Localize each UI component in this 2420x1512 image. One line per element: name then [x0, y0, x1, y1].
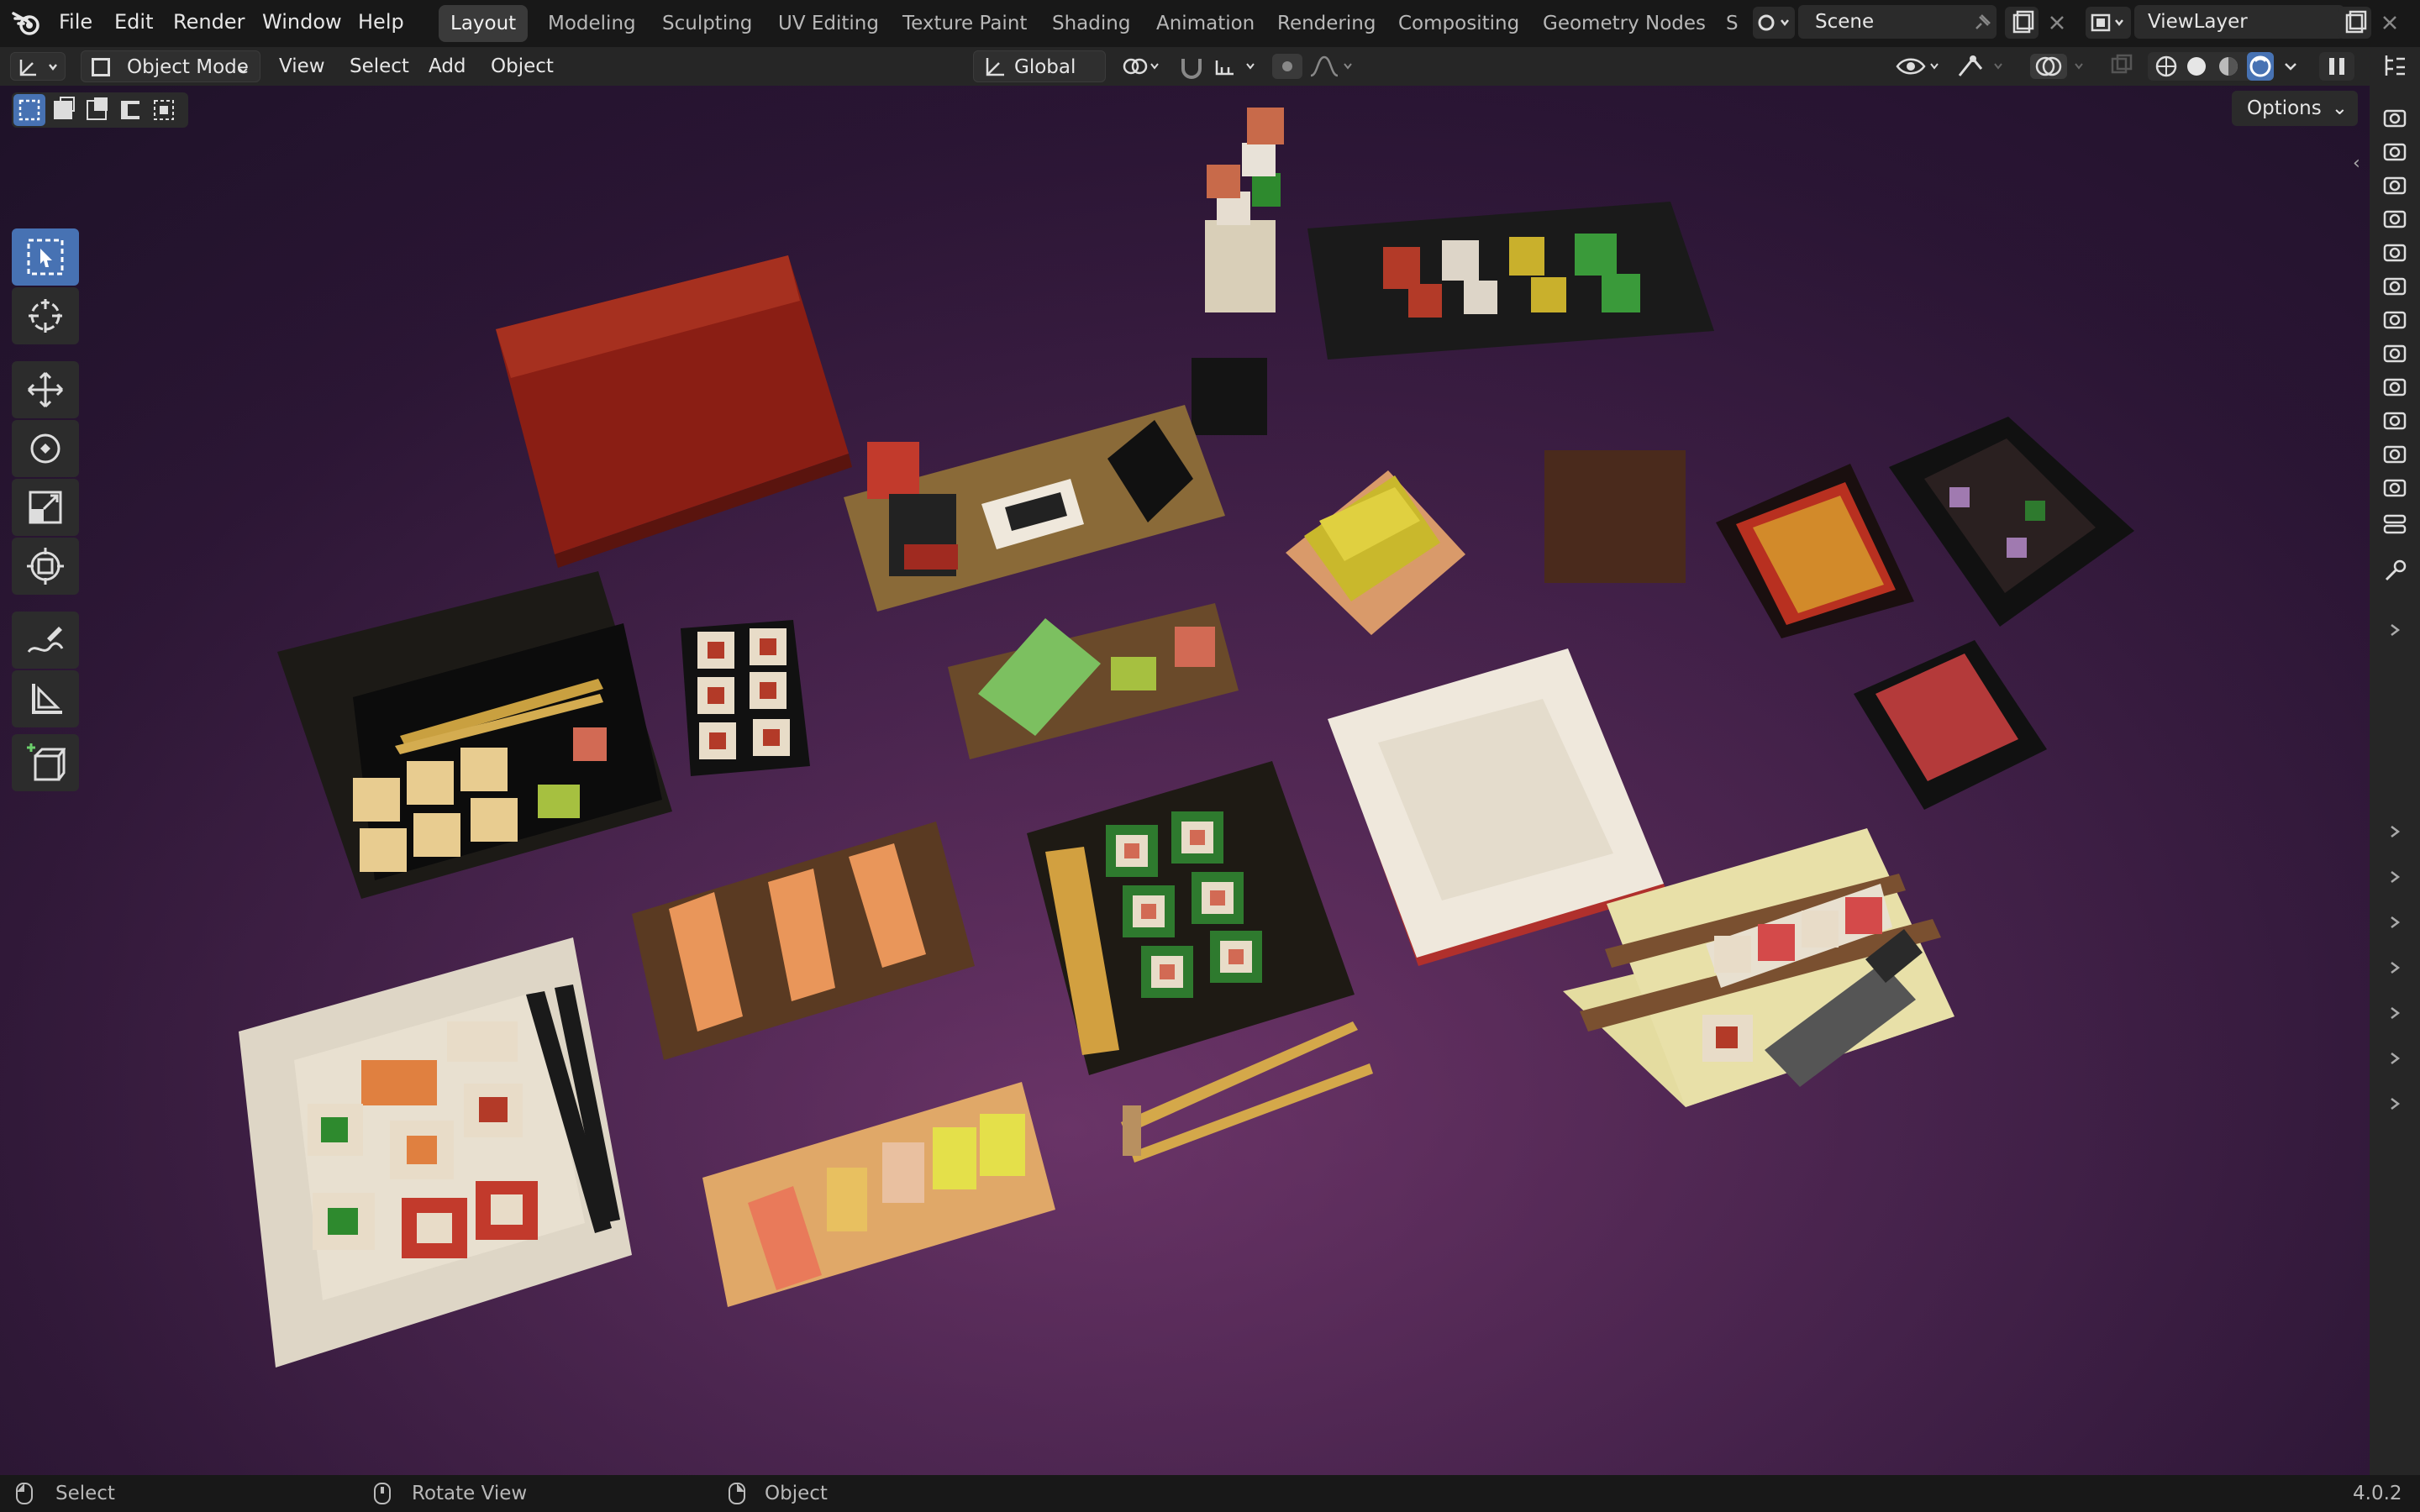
- top-bar: File Edit Render Window Help Layout Mode…: [0, 0, 2420, 47]
- orientation-label: Global: [1014, 56, 1076, 78]
- scene-name-field[interactable]: Scene: [1798, 5, 1996, 39]
- rotate-tool[interactable]: [12, 420, 79, 477]
- version-label: 4.0.2: [2353, 1483, 2402, 1504]
- tab-uv-editing[interactable]: UV Editing: [766, 5, 891, 42]
- new-viewlayer-icon[interactable]: [2338, 7, 2371, 39]
- tab-sculpting[interactable]: Sculpting: [650, 5, 764, 42]
- selection-mode-group: [12, 92, 188, 128]
- options-dropdown[interactable]: Options ⌄: [2232, 91, 2358, 126]
- snap-icon[interactable]: [1176, 52, 1265, 81]
- new-scene-icon[interactable]: [2005, 7, 2039, 39]
- object-mode-dropdown[interactable]: Object Mode ⌄: [81, 50, 260, 82]
- wooden-box-model: [1544, 450, 1686, 583]
- menu-edit[interactable]: Edit: [106, 0, 161, 47]
- cursor-tool[interactable]: [12, 287, 79, 344]
- menu-view[interactable]: View: [271, 50, 334, 82]
- delete-scene-icon[interactable]: [2042, 7, 2072, 39]
- menu-render[interactable]: Render: [165, 0, 253, 47]
- transform-icon: [27, 548, 64, 585]
- menu-object[interactable]: Object: [482, 50, 562, 82]
- tab-geometry-nodes[interactable]: Geometry Nodes: [1531, 5, 1718, 42]
- viewlayer-browse-icon[interactable]: [2086, 7, 2131, 39]
- pin-icon[interactable]: [1970, 10, 1995, 35]
- add-cube-tool[interactable]: [12, 734, 79, 791]
- object-mode-label: Object Mode: [127, 56, 249, 78]
- transform-tool[interactable]: [12, 538, 79, 595]
- outliner-editor-icon[interactable]: [2381, 52, 2408, 79]
- menu-add[interactable]: Add: [420, 50, 475, 82]
- tab-texture-paint[interactable]: Texture Paint: [891, 5, 1039, 42]
- options-label: Options: [2247, 97, 2322, 119]
- properties-editor-icon[interactable]: [2381, 511, 2408, 538]
- blender-logo-icon[interactable]: [12, 8, 42, 39]
- properties-tab-column: [2381, 618, 2408, 1164]
- menu-help[interactable]: Help: [350, 0, 413, 47]
- render-visibility-column: [2381, 102, 2408, 539]
- black-cup-model: [1192, 358, 1267, 435]
- tab-layout[interactable]: Layout: [439, 5, 529, 42]
- gizmo-toggle-icon[interactable]: [1954, 52, 2012, 81]
- chevron-down-icon: ⌄: [234, 56, 251, 78]
- editor-type-icon[interactable]: [10, 52, 66, 81]
- measure-tool[interactable]: [12, 670, 79, 727]
- mouse-left-icon: [15, 1482, 34, 1505]
- tab-shading[interactable]: Shading: [1040, 5, 1142, 42]
- rotate-icon: [30, 433, 60, 464]
- scale-icon: [29, 491, 62, 524]
- view-layer-name-field[interactable]: ViewLayer: [2134, 5, 2344, 39]
- move-icon: [27, 371, 64, 408]
- viewport-header: Object Mode ⌄ View Select Add Object Glo…: [0, 47, 2370, 86]
- shading-mode-group: [2148, 52, 2274, 81]
- status-bar: Select Rotate View Object 4.0.2: [0, 1475, 2420, 1512]
- move-tool[interactable]: [12, 361, 79, 418]
- tab-rendering[interactable]: Rendering: [1265, 5, 1387, 42]
- pivot-point-icon[interactable]: [1118, 52, 1166, 81]
- proportional-edit-icon[interactable]: [1270, 52, 1360, 81]
- outliner-strip: [2370, 47, 2420, 1475]
- tool-properties-icon[interactable]: [2381, 558, 2408, 585]
- status-object-label: Object: [765, 1483, 828, 1504]
- viewport-scene-render: [0, 86, 2370, 1475]
- tab-animation[interactable]: Animation: [1144, 5, 1266, 42]
- visibility-eye-icon[interactable]: [1894, 52, 1944, 81]
- select-box-tool[interactable]: [12, 228, 79, 286]
- scale-tool[interactable]: [12, 479, 79, 536]
- annotate-tool[interactable]: [12, 612, 79, 669]
- tab-compositing[interactable]: Compositing: [1386, 5, 1531, 42]
- status-rotate-label: Rotate View: [412, 1483, 528, 1504]
- scene-browse-icon[interactable]: [1753, 7, 1795, 39]
- tab-modeling[interactable]: Modeling: [536, 5, 648, 42]
- menu-window[interactable]: Window: [254, 0, 350, 47]
- 3d-viewport[interactable]: Options ⌄ ‹: [0, 86, 2370, 1475]
- object-mode-icon: [92, 58, 110, 76]
- tab-scripting[interactable]: S: [1714, 5, 1750, 42]
- chevron-down-icon: ⌄: [2331, 97, 2348, 119]
- measure-icon: [32, 684, 62, 714]
- menu-file[interactable]: File: [50, 0, 101, 47]
- orientation-axis-icon: [982, 55, 1007, 80]
- overlays-icon[interactable]: [2028, 52, 2092, 81]
- sidebar-toggle-icon[interactable]: ‹: [2353, 153, 2370, 178]
- menu-select[interactable]: Select: [341, 50, 418, 82]
- xray-toggle-icon[interactable]: [2109, 52, 2134, 81]
- annotate-icon: [27, 627, 64, 654]
- status-select-label: Select: [55, 1483, 115, 1504]
- cursor-icon: [29, 299, 62, 333]
- transform-orientation-dropdown[interactable]: Global: [973, 50, 1106, 82]
- mouse-middle-icon: [373, 1482, 392, 1505]
- mouse-right-icon: [728, 1482, 746, 1505]
- select-box-icon: [27, 239, 64, 276]
- delete-viewlayer-icon[interactable]: [2375, 7, 2405, 39]
- add-cube-icon: [27, 743, 66, 781]
- shading-options-chevron-icon[interactable]: [2279, 52, 2302, 81]
- sushi-grid-small-model: [681, 620, 810, 776]
- pause-render-icon[interactable]: [2319, 52, 2354, 81]
